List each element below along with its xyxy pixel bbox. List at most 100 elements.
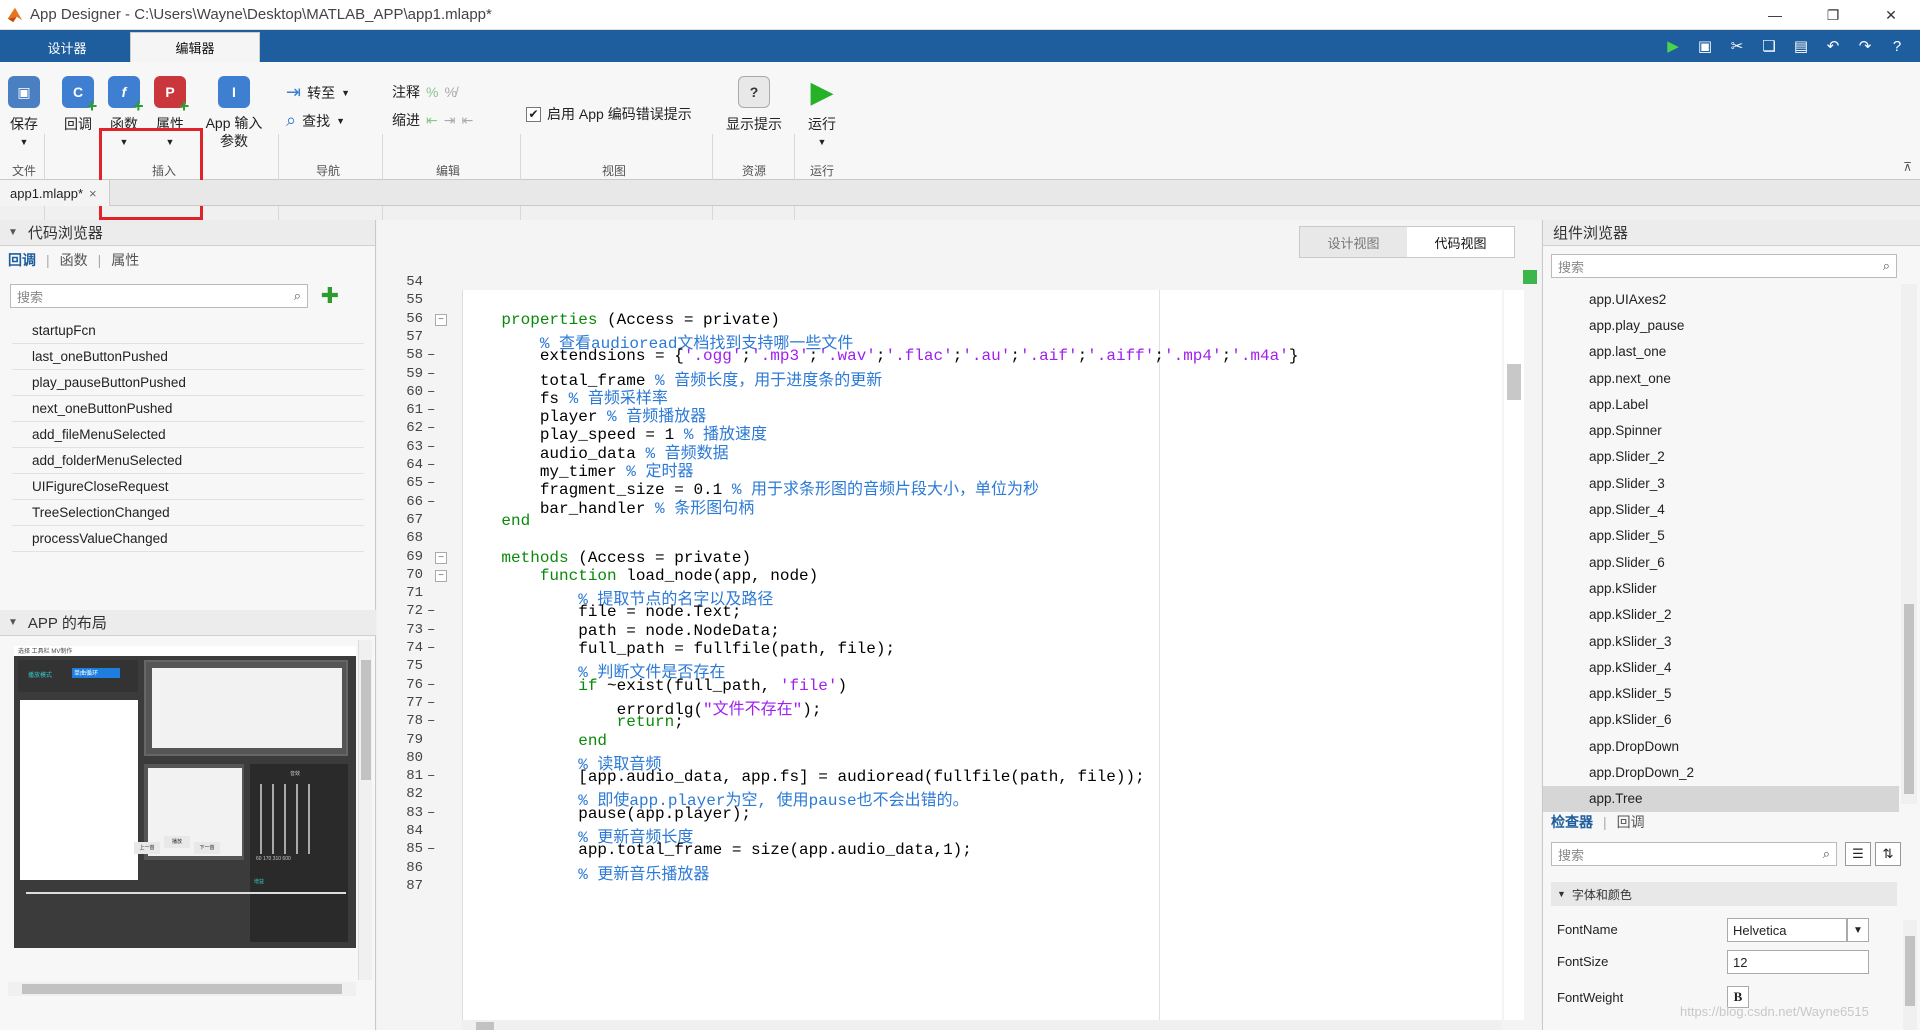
callback-list-item[interactable]: TreeSelectionChanged <box>12 500 364 526</box>
enable-hint-checkbox[interactable]: ✔ 启用 App 编码错误提示 <box>526 104 692 124</box>
cut-icon[interactable]: ✂ <box>1724 34 1750 58</box>
code-line[interactable]: if ~exist(full_path, 'file') <box>463 677 847 695</box>
close-icon[interactable]: × <box>89 186 97 201</box>
editor-vertical-scrollbar[interactable] <box>1504 290 1524 1020</box>
component-list-item[interactable]: app.DropDown_2 <box>1543 759 1899 785</box>
code-line[interactable]: extendsions = {'.ogg';'.mp3';'.wav';'.fl… <box>463 347 1299 365</box>
code-line[interactable]: full_path = fullfile(path, file); <box>463 640 895 658</box>
breakpoint-marker[interactable]: – <box>427 677 435 693</box>
collapse-ribbon-icon[interactable]: ⊼ <box>1903 160 1912 174</box>
code-browser-search-input[interactable]: 搜索 ⌕ <box>10 284 308 308</box>
breakpoint-marker[interactable]: – <box>427 695 435 711</box>
code-view-tab[interactable]: 代码视图 <box>1407 227 1514 257</box>
find-button[interactable]: ⌕ 查找 ▼ <box>286 110 345 131</box>
callback-list-item[interactable]: play_pauseButtonPushed <box>12 370 364 396</box>
breakpoint-marker[interactable]: – <box>427 366 435 382</box>
fold-toggle-icon[interactable]: − <box>435 551 447 564</box>
tab-inspector[interactable]: 检查器 <box>1551 812 1593 832</box>
code-line[interactable]: path = node.NodeData; <box>463 622 780 640</box>
code-browser-header[interactable]: ▼ 代码浏览器 <box>0 220 375 246</box>
component-list-scrollbar[interactable] <box>1901 284 1917 804</box>
code-line[interactable]: end <box>463 512 530 530</box>
code-line[interactable]: % 更新音乐播放器 <box>463 860 709 884</box>
app-layout-header[interactable]: ▼ APP 的布局 <box>0 610 376 636</box>
breakpoint-marker[interactable]: – <box>427 805 435 821</box>
run-quick-icon[interactable]: ▶ <box>1660 34 1686 58</box>
component-list-item[interactable]: app.kSlider_3 <box>1543 628 1899 654</box>
component-list-item[interactable]: app.play_pause <box>1543 312 1899 338</box>
code-line[interactable]: file = node.Text; <box>463 603 741 621</box>
prop-fontname-value[interactable]: Helvetica <box>1727 918 1847 942</box>
code-line[interactable]: function load_node(app, node) <box>463 567 818 585</box>
restore-button[interactable]: ❐ <box>1804 0 1862 30</box>
component-list-item[interactable]: app.UIAxes2 <box>1543 286 1899 312</box>
code-line[interactable]: app.total_frame = size(app.audio_data,1)… <box>463 841 972 859</box>
save-quick-icon[interactable]: ▣ <box>1692 34 1718 58</box>
callback-list-item[interactable]: last_oneButtonPushed <box>12 344 364 370</box>
component-list-item[interactable]: app.Slider_5 <box>1543 523 1899 549</box>
callback-list-item[interactable]: processValueChanged <box>12 526 364 552</box>
breakpoint-marker[interactable]: – <box>427 475 435 491</box>
breakpoint-marker[interactable]: – <box>427 640 435 656</box>
callback-button[interactable]: C + 回调 <box>62 76 97 134</box>
breakpoint-marker[interactable]: – <box>427 622 435 638</box>
breakpoint-marker[interactable]: – <box>427 457 435 473</box>
component-list-item[interactable]: app.kSlider_4 <box>1543 654 1899 680</box>
font-color-section[interactable]: ▼ 字体和颜色 <box>1551 882 1897 906</box>
component-list-item[interactable]: app.kSlider_2 <box>1543 602 1899 628</box>
code-line[interactable]: [app.audio_data, app.fs] = audioread(ful… <box>463 768 1145 786</box>
callback-list-item[interactable]: UIFigureCloseRequest <box>12 474 364 500</box>
callback-list-item[interactable]: next_oneButtonPushed <box>12 396 364 422</box>
doc-tab-app1[interactable]: app1.mlapp* × <box>0 180 110 206</box>
component-list-item[interactable]: app.Tree <box>1543 785 1899 812</box>
inspector-scrollbar[interactable] <box>1903 920 1917 1030</box>
tab-inspector-callbacks[interactable]: 回调 <box>1617 812 1645 832</box>
component-list-item[interactable]: app.Slider_4 <box>1543 496 1899 522</box>
comment-button[interactable]: 注释 % %̸ <box>392 82 457 102</box>
prop-fontsize-value[interactable]: 12 <box>1727 950 1869 974</box>
help-quick-icon[interactable]: ? <box>1884 34 1910 58</box>
callback-list-item[interactable]: add_folderMenuSelected <box>12 448 364 474</box>
code-line[interactable]: properties (Access = private) <box>463 311 779 329</box>
component-list-item[interactable]: app.Spinner <box>1543 417 1899 443</box>
code-text[interactable]: properties (Access = private) % 查看audior… <box>462 290 1502 1020</box>
callback-list-item[interactable]: add_fileMenuSelected <box>12 422 364 448</box>
minimize-button[interactable]: — <box>1746 0 1804 30</box>
goto-button[interactable]: ⇥ 转至 ▼ <box>286 82 350 103</box>
code-line[interactable]: methods (Access = private) <box>463 549 751 567</box>
layout-horizontal-scrollbar[interactable] <box>8 982 356 996</box>
component-list-item[interactable]: app.Slider_6 <box>1543 549 1899 575</box>
show-tips-button[interactable]: ? 显示提示 <box>726 76 782 134</box>
prop-fontname-dropdown[interactable]: ▼ <box>1847 918 1869 942</box>
save-button[interactable]: ▣ 保存 ▼ <box>8 76 40 147</box>
callback-list-item[interactable]: startupFcn <box>12 318 364 344</box>
editor-horizontal-scrollbar[interactable] <box>462 1020 1502 1030</box>
breakpoint-marker[interactable]: – <box>427 439 435 455</box>
undo-icon[interactable]: ↶ <box>1820 34 1846 58</box>
breakpoint-marker[interactable]: – <box>427 713 435 729</box>
add-callback-button[interactable]: ✚ <box>318 284 342 308</box>
sort-alpha-button[interactable]: ⇅ <box>1875 842 1901 866</box>
tab-properties[interactable]: 属性 <box>111 250 139 270</box>
component-list-item[interactable]: app.Label <box>1543 391 1899 417</box>
component-list-item[interactable]: app.kSlider_5 <box>1543 680 1899 706</box>
breakpoint-marker[interactable]: – <box>427 841 435 857</box>
inspector-search-input[interactable]: 搜索 ⌕ <box>1551 842 1837 866</box>
component-list-item[interactable]: app.Slider_3 <box>1543 470 1899 496</box>
tab-designer[interactable]: 设计器 <box>22 32 112 62</box>
component-search-input[interactable]: 搜索 ⌕ <box>1551 254 1897 278</box>
code-line[interactable]: end <box>463 732 607 750</box>
code-analyzer-status-icon[interactable] <box>1523 270 1537 284</box>
component-list-item[interactable]: app.next_one <box>1543 365 1899 391</box>
fold-toggle-icon[interactable]: − <box>435 313 447 326</box>
redo-icon[interactable]: ↷ <box>1852 34 1878 58</box>
component-list-item[interactable]: app.kSlider_6 <box>1543 707 1899 733</box>
breakpoint-marker[interactable]: – <box>427 768 435 784</box>
breakpoint-marker[interactable]: – <box>427 420 435 436</box>
breakpoint-marker[interactable]: – <box>427 494 435 510</box>
indent-button[interactable]: 缩进 ⇤ ⇥ ⇤ <box>392 110 473 130</box>
tab-editor[interactable]: 编辑器 <box>130 32 260 62</box>
paste-icon[interactable]: ▤ <box>1788 34 1814 58</box>
group-view-button[interactable]: ☰ <box>1845 842 1871 866</box>
tab-callbacks[interactable]: 回调 <box>8 250 36 270</box>
